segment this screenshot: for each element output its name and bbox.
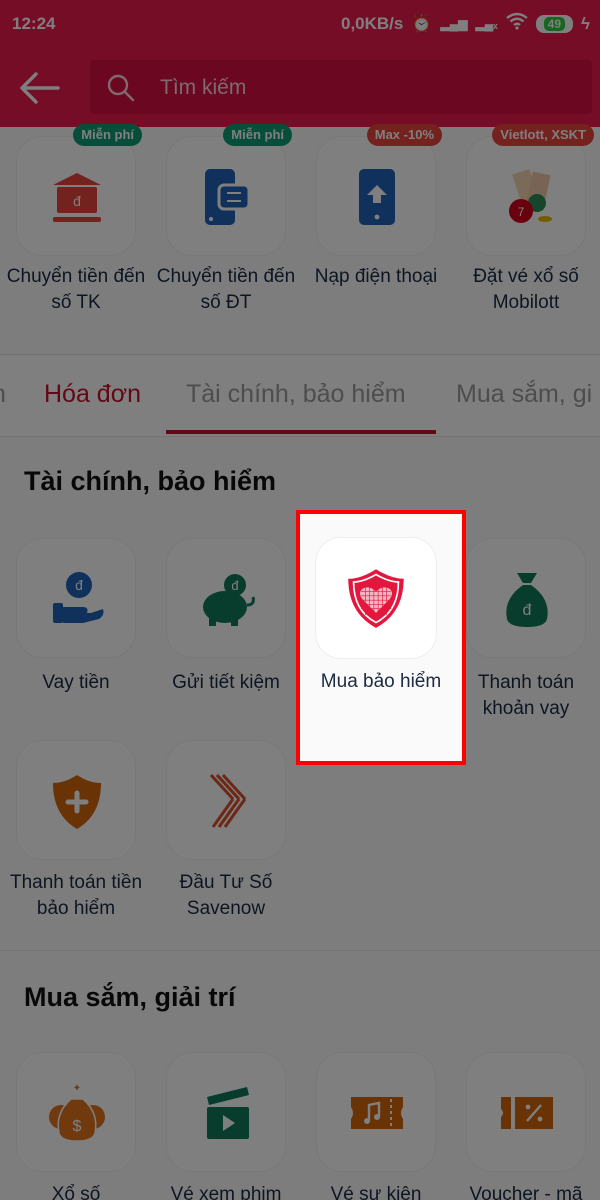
tile-label: Vé sự kiện — [330, 1184, 422, 1200]
money-bags-icon: $✦ — [49, 1083, 105, 1142]
loan-hand-coin-icon: đ — [53, 572, 104, 623]
music-ticket-icon — [351, 1097, 403, 1129]
tile-box: đ — [466, 538, 586, 658]
tab-mua-sam[interactable]: Mua sắm, gi — [456, 380, 592, 409]
savenow-chevron-icon — [209, 773, 247, 828]
clapperboard-icon — [207, 1087, 249, 1139]
tile-box — [316, 1052, 436, 1172]
section-title-shopping: Mua sắm, giải trí — [24, 982, 236, 1012]
app-screen: 12:24 0,0KB/s ⏰ ▂▄▆ ▂▄ₓ 49 ϟ Tìm kiếm đ — [0, 0, 600, 1200]
tile-box: $ ✦ — [16, 1052, 136, 1172]
active-tab-indicator — [166, 430, 436, 434]
search-placeholder: Tìm kiếm — [160, 76, 247, 99]
search-input[interactable]: Tìm kiếm — [90, 60, 592, 114]
tile-box — [315, 537, 437, 659]
category-tabs: n Hóa đơn Tài chính, bảo hiểm Mua sắm, g… — [0, 356, 600, 436]
tile-label: Chuyển tiền đến số ĐT — [156, 266, 296, 313]
tile-label: Xổ số — [51, 1184, 101, 1200]
tile-box — [166, 1052, 286, 1172]
tile-label: Nạp điện thoại — [314, 266, 438, 287]
phone-topup-icon — [359, 169, 395, 225]
divider — [0, 436, 600, 437]
tile-box: đ — [166, 538, 286, 658]
svg-text:7: 7 — [518, 205, 525, 219]
signal-icon: ▂▄▆ — [440, 16, 468, 31]
tab-tai-chinh-bao-hiem[interactable]: Tài chính, bảo hiểm — [186, 380, 406, 409]
back-button[interactable] — [18, 70, 62, 106]
promo-badge: Max -10% — [366, 124, 442, 146]
signal-off-icon: ▂▄ₓ — [475, 16, 498, 31]
tile-box — [166, 740, 286, 860]
bank-transfer-icon: đ — [53, 173, 101, 222]
search-icon — [107, 74, 135, 102]
svg-text:đ: đ — [523, 602, 532, 619]
svg-text:$: $ — [73, 1118, 82, 1135]
network-speed: 0,0KB/s — [341, 13, 404, 33]
money-bag-icon: đ — [506, 573, 548, 627]
phone-transfer-icon — [205, 169, 251, 225]
tile-box — [466, 1052, 586, 1172]
wifi-icon — [505, 12, 528, 35]
status-time: 12:24 — [12, 14, 56, 33]
arrow-left-icon — [20, 72, 60, 104]
tile-label: Thanh toán tiền bảo hiểm — [9, 872, 143, 919]
lottery-icon: 7 — [509, 169, 552, 223]
tile-label: Đặt vé xổ số Mobilott — [473, 266, 579, 313]
svg-text:đ: đ — [231, 578, 239, 593]
tile-label: Chuyển tiền đến số TK — [6, 266, 146, 313]
tile-box — [166, 136, 286, 256]
promo-badge: Miễn phí — [223, 124, 292, 146]
status-icons: 0,0KB/s ⏰ ▂▄▆ ▂▄ₓ 49 ϟ — [341, 12, 590, 35]
tab-partial-left[interactable]: n — [0, 380, 6, 409]
svg-text:✦: ✦ — [73, 1083, 81, 1094]
service-tile-buy-insurance[interactable]: Mua bảo hiểm — [296, 510, 466, 765]
tile-box — [316, 136, 436, 256]
divider — [0, 354, 600, 355]
tile-label: Gửi tiết kiệm — [172, 672, 280, 693]
promo-badge: Vietlott, XSKT — [492, 124, 594, 146]
tile-box — [16, 740, 136, 860]
svg-text:đ: đ — [73, 193, 81, 209]
tile-label: Vay tiền — [42, 672, 110, 693]
voucher-icon — [501, 1097, 553, 1129]
tile-box: đ — [16, 538, 136, 658]
header-bar: 12:24 0,0KB/s ⏰ ▂▄▆ ▂▄ₓ 49 ϟ Tìm kiếm — [0, 0, 600, 127]
tile-box: 7 — [466, 136, 586, 256]
tab-hoa-don[interactable]: Hóa đơn — [44, 380, 141, 409]
insurance-shield-heart-icon — [348, 569, 404, 628]
tile-label: Mua bảo hiểm — [320, 671, 442, 692]
alarm-icon: ⏰ — [411, 13, 433, 33]
svg-text:đ: đ — [75, 577, 83, 593]
shield-plus-icon — [53, 775, 101, 829]
promo-badge: Miễn phí — [73, 124, 142, 146]
status-bar: 12:24 0,0KB/s ⏰ ▂▄▆ ▂▄ₓ 49 ϟ — [0, 0, 600, 48]
tile-label: Voucher - mã — [469, 1184, 583, 1200]
charging-icon: ϟ — [581, 13, 590, 33]
tile-label: Đầu Tư Số Savenow — [179, 872, 273, 919]
tile-label: Thanh toán khoản vay — [477, 672, 575, 719]
battery-indicator: 49 — [535, 14, 573, 33]
tile-label: Vé xem phim — [170, 1184, 282, 1200]
piggy-bank-icon: đ — [203, 574, 255, 626]
section-title-finance: Tài chính, bảo hiểm — [24, 466, 277, 496]
tile-box: đ — [16, 136, 136, 256]
divider — [0, 950, 600, 951]
